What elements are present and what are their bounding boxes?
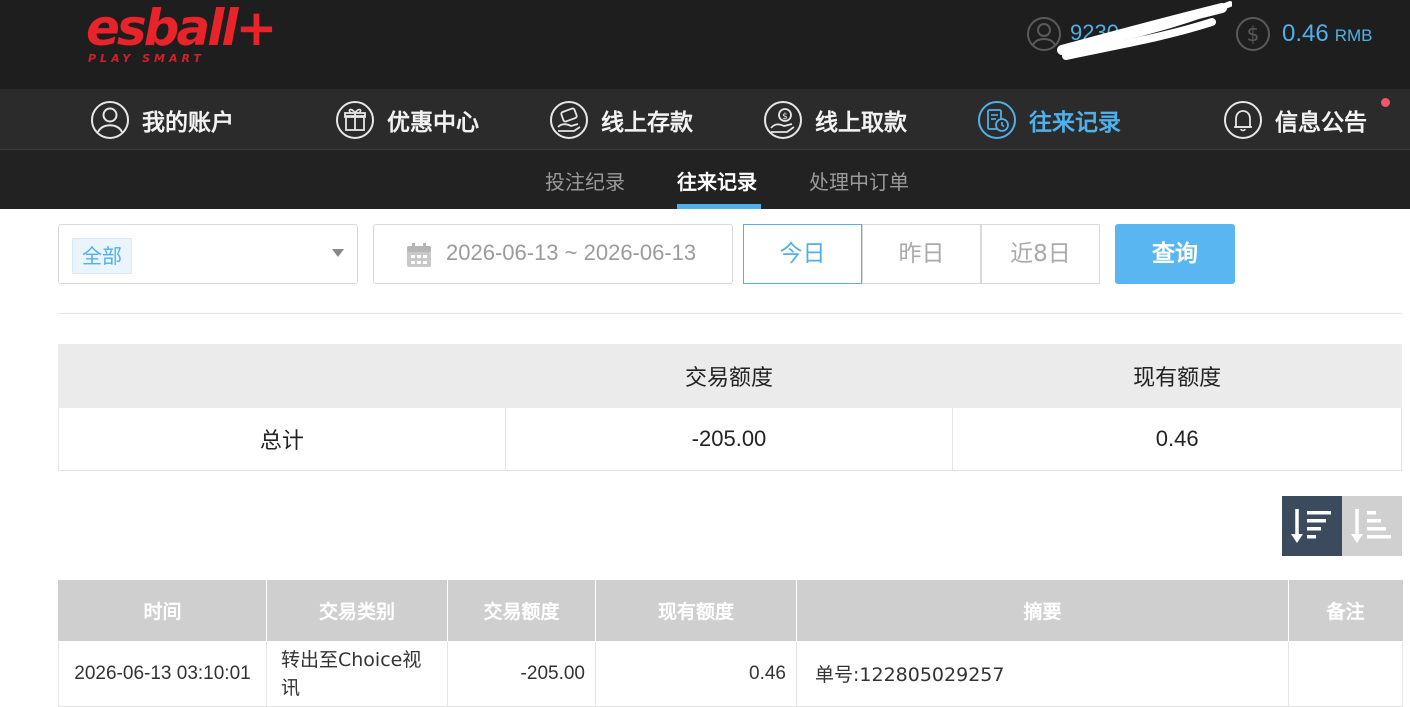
logo-tagline: PLAY SMART [88, 52, 205, 65]
summary-header-blank [58, 344, 506, 408]
balance-amount: 0.46 RMB [1282, 20, 1373, 47]
sort-ascending-button[interactable] [1342, 496, 1402, 556]
sort-ascending-icon [1351, 509, 1391, 543]
query-button[interactable]: 查询 [1115, 224, 1235, 284]
svg-text:$: $ [1247, 22, 1260, 46]
sort-descending-button[interactable] [1282, 496, 1342, 556]
nav-label: 往来记录 [1029, 110, 1121, 136]
nav-label: 优惠中心 [387, 110, 479, 136]
nav-label: 信息公告 [1275, 110, 1367, 136]
divider [58, 313, 1402, 314]
table-row: 2026-06-13 03:10:01 转出至Choice视讯 -205.00 … [58, 640, 1403, 707]
sub-nav: 投注纪录 往来记录 处理中订单 [0, 150, 1410, 209]
nav-my-account[interactable]: 我的账户 [90, 99, 234, 141]
nav-label: 线上存款 [601, 110, 693, 136]
redaction-scribble [1057, 1, 1232, 60]
summary-total-balance: 0.46 [952, 407, 1402, 471]
date-range-picker[interactable]: 2026-06-13 ~ 2026-06-13 [373, 224, 733, 284]
date-range-value: 2026-06-13 ~ 2026-06-13 [446, 240, 697, 265]
summary-header-balance: 现有额度 [952, 344, 1402, 408]
column-header-type[interactable]: 交易类别 [266, 580, 448, 642]
transaction-type-select[interactable]: 全部 [58, 224, 358, 284]
range-today-button[interactable]: 今日 [743, 224, 862, 284]
column-header-amount[interactable]: 交易额度 [447, 580, 596, 642]
range-last-8-days-button[interactable]: 近8日 [981, 224, 1100, 284]
summary-total-label: 总计 [58, 407, 506, 471]
row-type: 转出至Choice视讯 [266, 640, 448, 707]
column-header-time[interactable]: 时间 [58, 580, 267, 642]
row-amount: -205.00 [447, 640, 596, 707]
brand-logo[interactable]: esball+ PLAY SMART [86, 0, 277, 70]
row-memo: 单号:122805029257 [796, 640, 1289, 707]
nav-withdraw[interactable]: $ 线上取款 [763, 99, 907, 141]
user-account[interactable]: 9230 [1026, 1, 1232, 60]
balance-display: $ 0.46 RMB [1235, 16, 1405, 54]
column-header-memo[interactable]: 摘要 [796, 580, 1289, 642]
nav-promotions[interactable]: 优惠中心 [335, 99, 479, 141]
sort-descending-icon [1291, 509, 1331, 543]
tab-bet-records[interactable]: 投注纪录 [545, 166, 625, 195]
dollar-icon: $ [1236, 17, 1270, 51]
nav-label: 我的账户 [142, 110, 234, 136]
summary-header-amount: 交易额度 [504, 344, 954, 408]
withdraw-icon: $ [764, 101, 802, 139]
summary-total-amount: -205.00 [504, 407, 954, 471]
currency-unit: RMB [1334, 26, 1373, 45]
range-yesterday-button[interactable]: 昨日 [862, 224, 981, 284]
top-header: esball+ PLAY SMART 9230 $ 0.46 RMB [0, 0, 1410, 89]
active-tab-indicator [677, 204, 761, 209]
row-balance: 0.46 [595, 640, 797, 707]
row-time: 2026-06-13 03:10:01 [58, 640, 267, 707]
records-icon [978, 101, 1016, 139]
summary-total-row: 总计 -205.00 0.46 [58, 407, 1402, 471]
summary-table: 交易额度 现有额度 总计 -205.00 0.46 [58, 344, 1402, 471]
calendar-icon [407, 243, 431, 267]
chevron-down-icon [332, 249, 344, 257]
main-nav: 我的账户 优惠中心 线上存款 $ 线上取款 往来记录 信息公告 [0, 89, 1410, 150]
nav-label: 线上取款 [815, 110, 907, 136]
nav-deposit[interactable]: 线上存款 [549, 99, 693, 141]
gift-icon [336, 101, 374, 139]
records-table: 时间 交易类别 交易额度 现有额度 摘要 备注 2026-06-13 03:10… [58, 580, 1403, 707]
selected-type-tag: 全部 [72, 238, 132, 274]
tab-transaction-records[interactable]: 往来记录 [677, 166, 757, 195]
bell-icon [1224, 101, 1262, 139]
nav-announcements[interactable]: 信息公告 [1223, 99, 1367, 141]
column-header-note[interactable]: 备注 [1288, 580, 1403, 642]
logo-text: esball+ [86, 0, 277, 57]
summary-header-row: 交易额度 现有额度 [58, 344, 1402, 408]
notification-dot [1381, 98, 1390, 107]
deposit-icon [550, 101, 588, 139]
svg-text:$: $ [782, 112, 788, 122]
row-note [1288, 640, 1403, 707]
records-header-row: 时间 交易类别 交易额度 现有额度 摘要 备注 [58, 580, 1403, 642]
tab-pending-orders[interactable]: 处理中订单 [809, 166, 909, 195]
column-header-balance[interactable]: 现有额度 [595, 580, 797, 642]
nav-transaction-records[interactable]: 往来记录 [977, 99, 1121, 141]
user-icon [91, 101, 129, 139]
